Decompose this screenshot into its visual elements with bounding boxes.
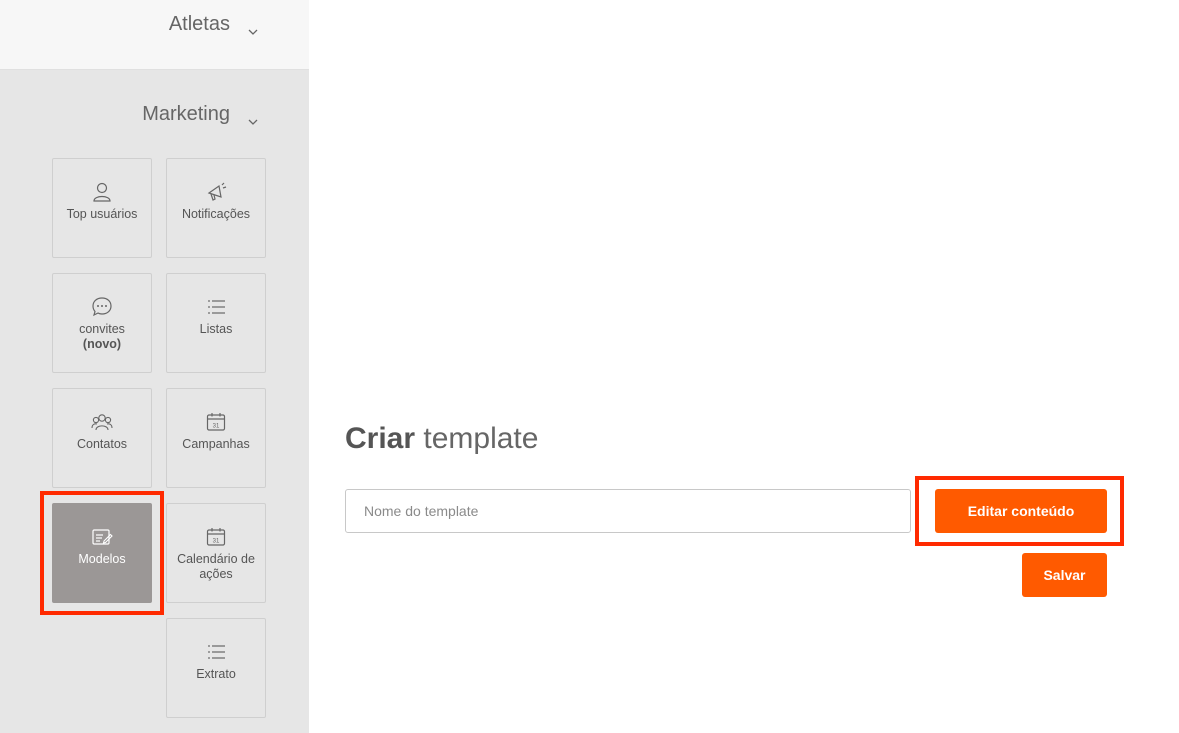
- svg-text:31: 31: [213, 424, 220, 430]
- tile-label: Notificações: [181, 207, 251, 221]
- tile-label: Extrato: [196, 667, 236, 681]
- chevron-down-icon: [248, 20, 258, 35]
- section-marketing-label: Marketing: [142, 102, 230, 125]
- user-icon: [91, 181, 113, 203]
- tile-label: convites: [79, 322, 125, 336]
- highlight-box-modelos: [40, 491, 164, 615]
- sidebar: Atletas Marketing Top usuários Notificaç…: [0, 0, 309, 733]
- chevron-down-icon: [248, 110, 258, 125]
- tile-label-new: (novo): [82, 337, 122, 351]
- page-title: Criar template: [345, 422, 538, 456]
- tile-listas[interactable]: Listas: [166, 273, 266, 373]
- svg-text:31: 31: [213, 539, 220, 545]
- contacts-icon: [91, 411, 113, 433]
- section-atletas[interactable]: Atletas: [0, 0, 309, 70]
- save-button[interactable]: Salvar: [1022, 553, 1107, 597]
- page-title-rest: template: [423, 422, 539, 455]
- calendar-icon: 31: [205, 411, 227, 433]
- tile-label: Top usuários: [66, 207, 138, 221]
- tile-label: Calendário de ações: [177, 552, 255, 581]
- tile-contatos[interactable]: Contatos: [52, 388, 152, 488]
- tile-calendario-de-acoes[interactable]: 31 Calendário de ações: [166, 503, 266, 603]
- tile-top-usuarios[interactable]: Top usuários: [52, 158, 152, 258]
- list-icon: [205, 641, 227, 663]
- template-name-input[interactable]: [345, 489, 911, 533]
- tile-extrato[interactable]: Extrato: [166, 618, 266, 718]
- tile-label: Listas: [199, 322, 233, 336]
- highlight-box-edit-button: [915, 476, 1124, 546]
- list-icon: [205, 296, 227, 318]
- megaphone-icon: [205, 181, 227, 203]
- tile-label: Contatos: [76, 437, 128, 451]
- tile-campanhas[interactable]: 31 Campanhas: [166, 388, 266, 488]
- section-marketing[interactable]: Marketing: [0, 92, 309, 136]
- tile-notificacoes[interactable]: Notificações: [166, 158, 266, 258]
- tile-label: Campanhas: [182, 437, 250, 451]
- chat-bubble-icon: [91, 296, 113, 318]
- section-atletas-label: Atletas: [168, 13, 230, 35]
- calendar-icon: 31: [205, 526, 227, 548]
- page-title-bold: Criar: [345, 422, 416, 455]
- tile-convites[interactable]: convites (novo): [52, 273, 152, 373]
